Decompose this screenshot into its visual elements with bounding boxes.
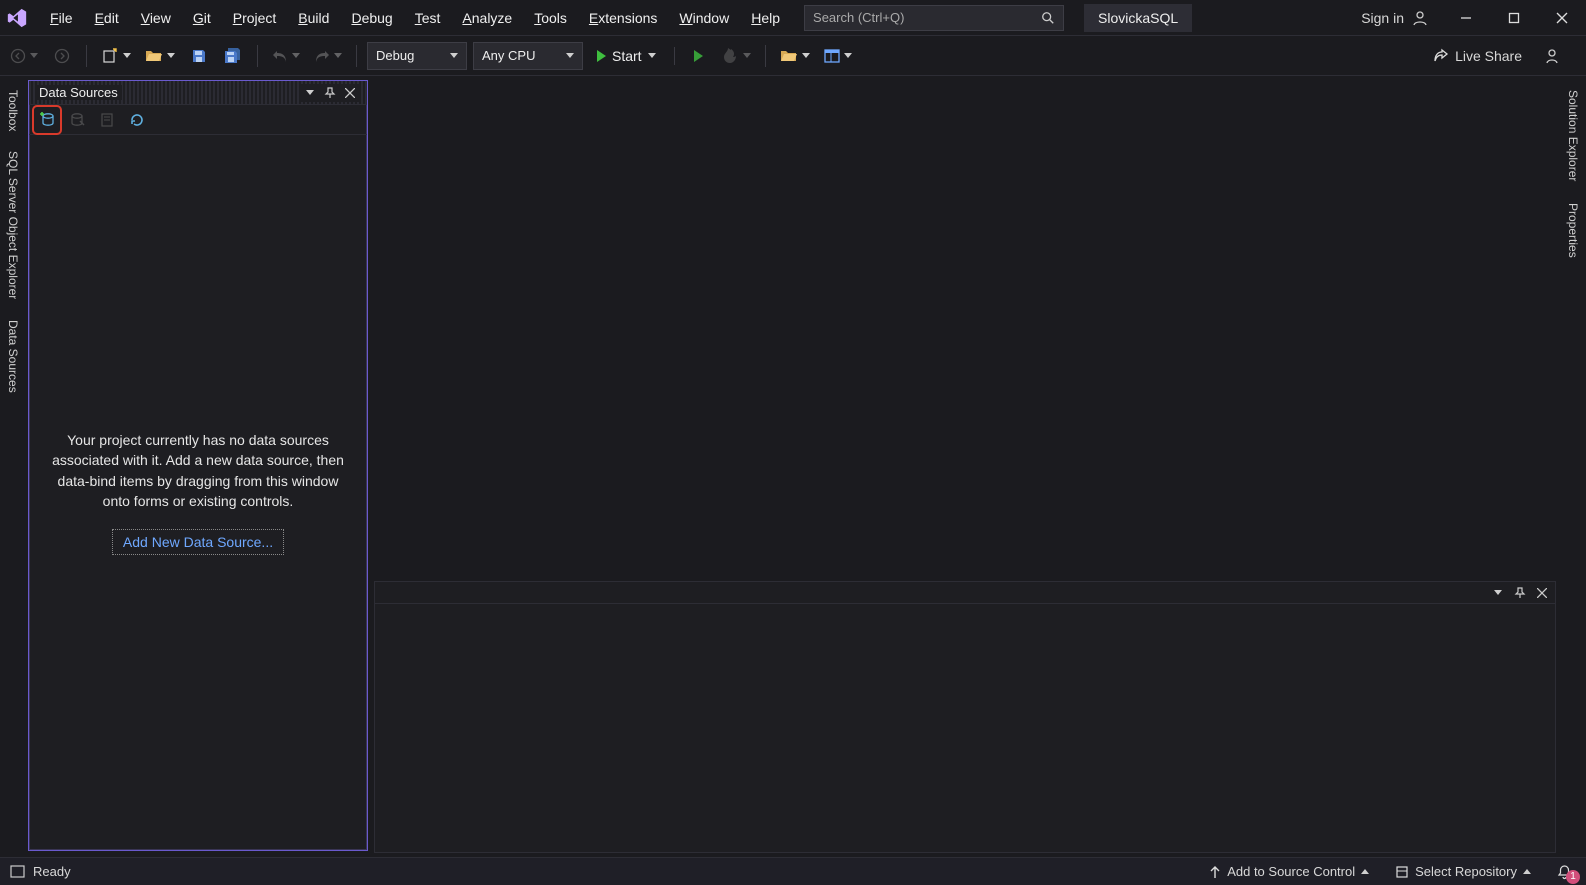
output-options-button[interactable] (1489, 584, 1507, 602)
menu-analyze[interactable]: Analyze (452, 6, 522, 30)
user-icon (1412, 10, 1428, 26)
search-placeholder: Search (Ctrl+Q) (813, 10, 904, 25)
panel-toolbar (29, 105, 367, 135)
menu-file[interactable]: File (40, 6, 83, 30)
workspace: Toolbox SQL Server Object Explorer Data So… (0, 76, 1586, 857)
output-close-button[interactable] (1533, 584, 1551, 602)
notification-badge: 1 (1566, 870, 1580, 884)
window-controls (1442, 0, 1586, 36)
redo-button[interactable] (310, 42, 346, 70)
add-new-data-source-link[interactable]: Add New Data Source... (112, 529, 284, 555)
configure-data-source-button (95, 108, 119, 132)
repo-icon (1395, 865, 1409, 879)
empty-message: Your project currently has no data sourc… (47, 430, 349, 511)
search-icon (1041, 11, 1055, 25)
menu-debug[interactable]: Debug (341, 6, 402, 30)
status-box-icon (10, 865, 25, 878)
panel-title: Data Sources (35, 85, 122, 100)
refresh-button[interactable] (125, 108, 149, 132)
menu-build[interactable]: Build (288, 6, 339, 30)
window-layout-button[interactable] (820, 42, 856, 70)
right-tab-solution-explorer[interactable]: Solution Explorer (1564, 84, 1582, 187)
open-file-button[interactable] (141, 42, 179, 70)
left-tab-data-sources[interactable]: Data Sources (4, 314, 22, 399)
start-debug-button[interactable]: Start (589, 42, 664, 70)
add-to-source-control-button[interactable]: Add to Source Control (1205, 862, 1373, 881)
save-all-button[interactable] (219, 42, 247, 70)
feedback-button[interactable] (1538, 42, 1566, 70)
solution-platform-combo[interactable]: Any CPU (473, 42, 583, 70)
menu-view[interactable]: View (131, 6, 181, 30)
panel-content: Your project currently has no data sourc… (29, 135, 367, 850)
menu-git[interactable]: Git (183, 6, 221, 30)
maximize-button[interactable] (1490, 0, 1538, 36)
panel-pin-button[interactable] (321, 84, 339, 102)
panel-options-button[interactable] (301, 84, 319, 102)
vs-logo-icon (6, 7, 28, 29)
output-pin-button[interactable] (1511, 584, 1529, 602)
play-filled-icon (597, 50, 606, 62)
select-repository-button[interactable]: Select Repository (1391, 862, 1535, 881)
save-button[interactable] (185, 42, 213, 70)
sign-in-button[interactable]: Sign in (1351, 10, 1438, 26)
nav-forward-button[interactable] (48, 42, 76, 70)
live-share-button[interactable]: Live Share (1427, 44, 1528, 68)
status-ready: Ready (33, 864, 71, 879)
share-icon (1433, 48, 1449, 64)
hot-reload-button[interactable] (719, 42, 755, 70)
panel-header[interactable]: Data Sources (29, 81, 367, 105)
solution-name: SlovickaSQL (1084, 4, 1192, 32)
output-panel (374, 581, 1556, 853)
add-data-source-button[interactable] (35, 108, 59, 132)
right-tabwell: Solution Explorer Properties (1560, 76, 1586, 264)
menu-tools[interactable]: Tools (524, 6, 577, 30)
main-toolbar: Debug Any CPU Start Live Share (0, 36, 1586, 76)
data-sources-panel: Data Sources Your project currently has … (28, 80, 368, 851)
menu-test[interactable]: Test (405, 6, 451, 30)
notifications-button[interactable]: 1 (1553, 862, 1576, 882)
menu-extensions[interactable]: Extensions (579, 6, 668, 30)
edit-data-source-button (65, 108, 89, 132)
editor-area (368, 76, 1560, 857)
left-tab-sql-server-object-explorer[interactable]: SQL Server Object Explorer (4, 145, 22, 305)
right-tab-properties[interactable]: Properties (1564, 197, 1582, 264)
menu-bar: FileEditViewGitProjectBuildDebugTestAnal… (40, 6, 790, 30)
browse-button[interactable] (776, 42, 814, 70)
status-bar: Ready Add to Source Control Select Repos… (0, 857, 1586, 885)
menu-edit[interactable]: Edit (85, 6, 129, 30)
play-outline-icon (694, 50, 703, 62)
menu-window[interactable]: Window (669, 6, 739, 30)
close-button[interactable] (1538, 0, 1586, 36)
new-item-button[interactable] (97, 42, 135, 70)
menu-project[interactable]: Project (223, 6, 287, 30)
minimize-button[interactable] (1442, 0, 1490, 36)
panel-close-button[interactable] (341, 84, 359, 102)
left-tab-toolbox[interactable]: Toolbox (4, 84, 22, 137)
solution-config-combo[interactable]: Debug (367, 42, 467, 70)
left-tabwell: Toolbox SQL Server Object Explorer Data So… (0, 76, 26, 857)
menu-help[interactable]: Help (741, 6, 790, 30)
search-box[interactable]: Search (Ctrl+Q) (804, 5, 1064, 31)
start-without-debug-button[interactable] (685, 42, 713, 70)
nav-back-button[interactable] (6, 42, 42, 70)
title-bar: FileEditViewGitProjectBuildDebugTestAnal… (0, 0, 1586, 36)
arrow-up-icon (1209, 865, 1221, 879)
undo-button[interactable] (268, 42, 304, 70)
